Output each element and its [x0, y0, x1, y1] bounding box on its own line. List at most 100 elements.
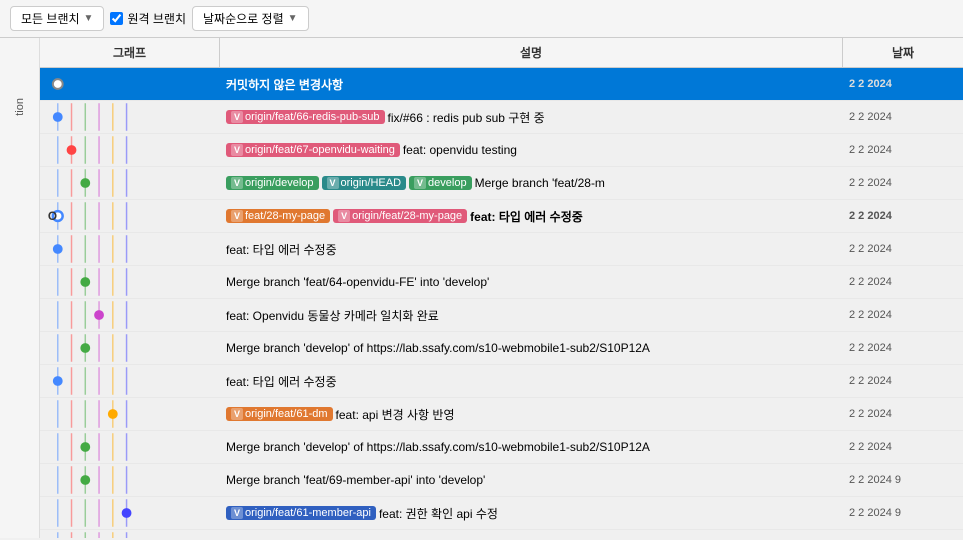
table-row[interactable]: Vorigin/feat/67-openvidu-waitingfeat: op… [40, 134, 963, 167]
branch-tag: Vorigin/feat/61-dm [226, 407, 333, 421]
desc-cell: feat: Openvidu 동물상 카메라 일치화 완료 [220, 304, 843, 327]
commit-date: 2 2 2024 [843, 174, 963, 192]
branch-tag-label: feat/28-my-page [245, 210, 325, 222]
sort-btn[interactable]: 날짜순으로 정렬 ▼ [192, 6, 309, 31]
table-row[interactable]: Merge branch 'feat/64-openvidu-FE' into … [40, 266, 963, 299]
commit-date: 2 2 2024 [843, 405, 963, 423]
branch-tag: Vorigin/HEAD [322, 176, 407, 190]
table-body: 커밋하지 않은 변경사항2 2 2024Vorigin/feat/66-redi… [40, 68, 963, 538]
branch-tag: Vorigin/feat/61-member-api [226, 506, 376, 520]
commit-date: 2 2 2024 [843, 240, 963, 258]
commit-date: 2 2 2024 [843, 438, 963, 456]
graph-cell [40, 299, 220, 331]
graph-cell [40, 365, 220, 397]
commit-description: feat: 권한 확인 api 수정 [379, 505, 498, 522]
remote-branch-checkbox-item: 원격 브랜치 [110, 10, 186, 27]
branch-tag-icon: V [338, 210, 350, 222]
graph-table-wrapper: 그래프 설명 날짜 커밋하지 않은 변경사항2 2 2024Vorigin/fe… [40, 38, 963, 538]
branch-tag-label: origin/HEAD [341, 177, 402, 189]
left-panel-text: tion [14, 98, 26, 116]
graph-cell [40, 167, 220, 199]
graph-cell [40, 134, 220, 166]
branch-tag: Vfeat/28-my-page [226, 209, 330, 223]
remote-branch-label: 원격 브랜치 [127, 10, 186, 27]
col-desc: 설명 [220, 38, 843, 67]
branch-tag: Vorigin/feat/28-my-page [333, 209, 467, 223]
chevron-down-icon: ▼ [84, 13, 94, 24]
commit-date: 2 2 2024 [843, 372, 963, 390]
graph-cell [40, 68, 220, 100]
table-row[interactable]: Merge branch 'develop' of https://lab.ss… [40, 332, 963, 365]
commit-description: Merge branch 'feat/64-openvidu-FE' into … [226, 275, 489, 289]
graph-cell [40, 464, 220, 496]
table-header: 그래프 설명 날짜 [40, 38, 963, 68]
table-row[interactable]: Merge branch 'develop' of https://lab.ss… [40, 431, 963, 464]
branch-tag-icon: V [327, 177, 339, 189]
commit-description: Merge branch 'feat/69-member-api' into '… [226, 473, 485, 487]
desc-cell: Vorigin/feat/67-openvidu-waitingfeat: op… [220, 140, 843, 160]
table-row[interactable]: Merge branch 'feat/69-member-api' into '… [40, 464, 963, 497]
graph-cell [40, 101, 220, 133]
graph-cell [40, 398, 220, 430]
commit-date: 2 2 2024 [843, 273, 963, 291]
graph-cell [40, 332, 220, 364]
toolbar: 모든 브랜치 ▼ 원격 브랜치 날짜순으로 정렬 ▼ [0, 0, 963, 38]
table-row[interactable]: 커밋하지 않은 변경사항2 2 2024 [40, 68, 963, 101]
branch-tag-icon: V [231, 177, 243, 189]
commit-date: 2 2 2024 [843, 207, 963, 225]
branch-filter-btn[interactable]: 모든 브랜치 ▼ [10, 6, 104, 31]
desc-cell: Vorigin/feat/61-dmfeat: api 변경 사항 반영 [220, 403, 843, 426]
table-row[interactable]: feat: 타입 에러 수정중 2 2 2024 [40, 233, 963, 266]
remote-branch-checkbox[interactable] [110, 12, 123, 25]
commit-date: 2 2 2024 [843, 306, 963, 324]
branch-tag-icon: V [231, 507, 243, 519]
branch-tag: Vorigin/develop [226, 176, 319, 190]
commit-date: 2 2 2024 [843, 108, 963, 126]
branch-tag-label: origin/develop [245, 177, 314, 189]
commit-description: feat: 타입 에러 수정중 [226, 241, 337, 258]
table-row[interactable]: Vorigin/feat/61-dmfeat: api 변경 사항 반영2 2 … [40, 398, 963, 431]
commit-description: 커밋하지 않은 변경사항 [226, 76, 343, 93]
desc-cell: feat: 타입 에러 수정중 [220, 238, 843, 261]
commit-date: 2 2 2024 9 [843, 504, 963, 522]
commit-date: 2 2 2024 [843, 339, 963, 357]
desc-cell: Vorigin/developVorigin/HEADVdevelopMerge… [220, 173, 843, 193]
branch-tag: Vorigin/feat/67-openvidu-waiting [226, 143, 400, 157]
commit-description: feat: api 변경 사항 반영 [336, 406, 455, 423]
table-row[interactable]: Vorigin/developVorigin/HEADVdevelopMerge… [40, 167, 963, 200]
commit-description: Merge branch 'develop' of https://lab.ss… [226, 341, 650, 355]
table-row[interactable]: feat: 타입 에러 수정중 2 2 2024 [40, 365, 963, 398]
branch-filter-label: 모든 브랜치 [21, 10, 80, 27]
desc-cell: Merge branch 'develop' of https://lab.ss… [220, 338, 843, 358]
left-panel: tion [0, 38, 40, 538]
commit-description: feat: 타입 에러 수정중 [226, 373, 337, 390]
desc-cell: Vorigin/feat/66-redis-pub-subfix/#66 : r… [220, 106, 843, 129]
commit-description: fix/#66 : redis pub sub 구현 중 [388, 109, 545, 126]
desc-cell: Vfeat/28-my-pageVorigin/feat/28-my-page f… [220, 205, 843, 228]
desc-cell: feat: 타입 에러 수정중 [220, 370, 843, 393]
graph-cell [40, 233, 220, 265]
col-date: 날짜 [843, 38, 963, 67]
table-row[interactable]: Vorigin/feat/66-redis-pub-subfix/#66 : r… [40, 101, 963, 134]
col-graph: 그래프 [40, 38, 220, 67]
commit-description: feat: openvidu testing [403, 143, 517, 157]
desc-cell: Merge branch 'feat/69-member-api' into '… [220, 470, 843, 490]
desc-cell: Merge branch 'develop' of https://lab.ss… [220, 437, 843, 457]
table-row[interactable]: OVfeat/28-my-pageVorigin/feat/28-my-page… [40, 200, 963, 233]
desc-cell: Merge branch 'feat/64-openvidu-FE' into … [220, 272, 843, 292]
desc-cell: Update README.md [220, 536, 843, 538]
table-row[interactable]: Vorigin/feat/61-member-apifeat: 권한 확인 ap… [40, 497, 963, 530]
branch-tag-icon: V [414, 177, 426, 189]
sort-label: 날짜순으로 정렬 [203, 10, 284, 27]
branch-tag-label: origin/feat/67-openvidu-waiting [245, 144, 395, 156]
branch-tag: Vorigin/feat/66-redis-pub-sub [226, 110, 385, 124]
commit-description: Merge branch 'develop' of https://lab.ss… [226, 440, 650, 454]
table-row[interactable]: feat: Openvidu 동물상 카메라 일치화 완료2 2 2024 [40, 299, 963, 332]
table-row[interactable]: Update README.md2 2 2024 9 [40, 530, 963, 538]
branch-tag-label: origin/feat/61-dm [245, 408, 328, 420]
branch-tag-icon: V [231, 408, 243, 420]
commit-date: 2 2 2024 9 [843, 471, 963, 489]
branch-tag-icon: V [231, 210, 243, 222]
graph-cell: O [40, 200, 220, 232]
branch-tag: Vdevelop [409, 176, 472, 190]
